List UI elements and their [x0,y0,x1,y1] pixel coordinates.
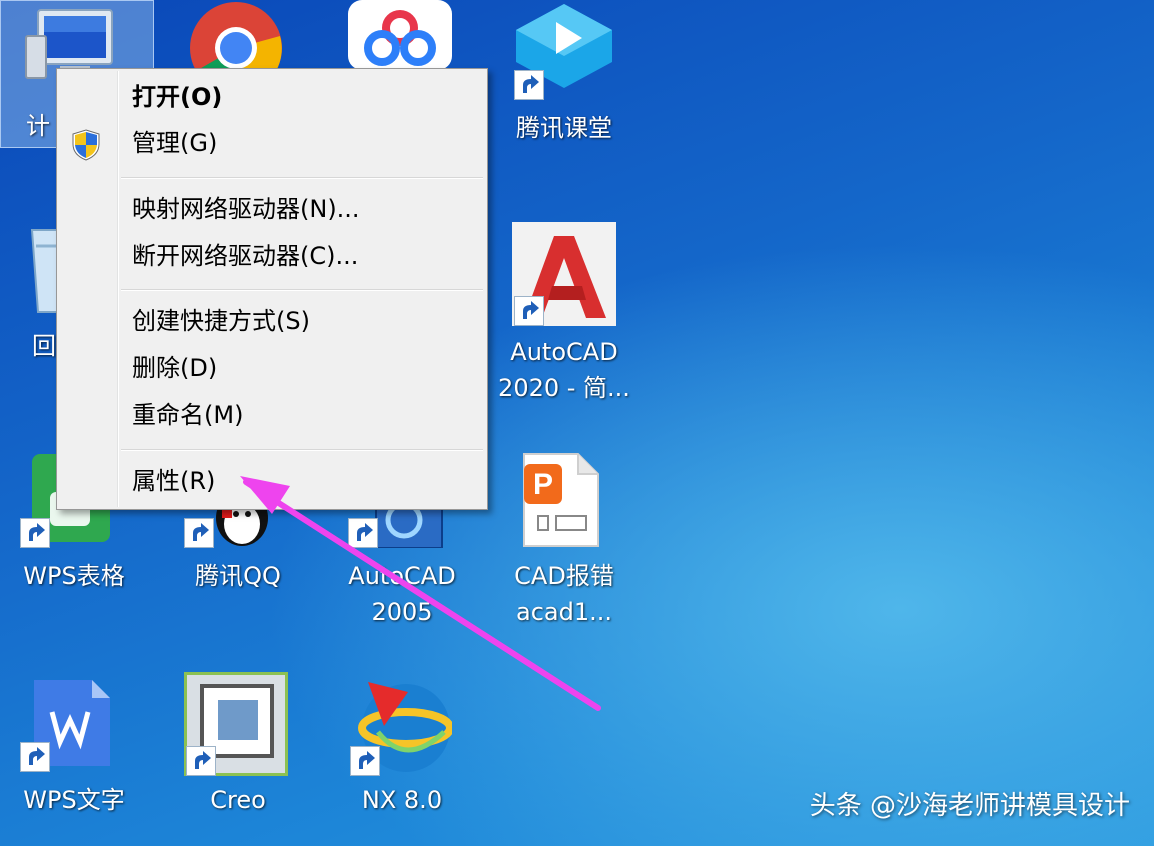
shortcut-arrow-icon [350,746,380,776]
menu-item-label: 管理(G) [132,129,218,157]
watermark-text: 头条 @沙海老师讲模具设计 [809,791,1130,821]
desktop-icon-label: WPS表格 [23,562,125,590]
menu-item-open[interactable]: 打开(O) [59,75,485,119]
menu-item-label: 删除(D) [132,354,218,382]
menu-item-manage[interactable]: 管理(G) [59,121,485,165]
menu-item-disconnect-network-drive[interactable]: 断开网络驱动器(C)... [59,234,485,278]
desktop-icon-label: WPS文字 [23,786,125,814]
shortcut-arrow-icon [514,70,544,100]
desktop-icon-label-line1: CAD报错 [514,562,614,590]
desktop-icon-label: Creo [210,786,266,814]
shortcut-arrow-icon [20,742,50,772]
shortcut-arrow-icon [348,518,378,548]
desktop-icon-cad-error[interactable]: P CAD报错 acad1... [486,452,642,626]
creo-icon [181,669,291,779]
uac-shield-icon [71,129,101,161]
menu-item-label: 属性(R) [132,467,216,495]
desktop-icon-creo[interactable]: Creo [160,669,316,840]
menu-item-properties[interactable]: 属性(R) [59,459,485,503]
desktop-icon-autocad-2020[interactable]: AutoCAD 2020 - 简... [486,222,642,402]
menu-item-delete[interactable]: 删除(D) [59,346,485,390]
wps-writer-icon [20,676,112,772]
nx-icon [348,672,454,776]
menu-item-label: 断开网络驱动器(C)... [132,242,359,270]
menu-item-rename[interactable]: 重命名(M) [59,393,485,437]
menu-item-create-shortcut[interactable]: 创建快捷方式(S) [59,299,485,343]
menu-item-label: 映射网络驱动器(N)... [132,195,360,223]
desktop-icon-label: NX 8.0 [361,786,443,814]
desktop-icon-label: 腾讯QQ [195,562,281,590]
menu-item-label: 创建快捷方式(S) [132,307,310,335]
desktop-icon-wps-writer[interactable]: WPS文字 [0,676,156,846]
desktop-icon-label-line2: acad1... [516,598,612,626]
desktop-icon-label-line2: 2005 [371,598,433,626]
svg-text:P: P [533,468,553,501]
menu-separator [121,289,483,291]
desktop-icon-label: 腾讯课堂 [516,114,612,142]
menu-separator [121,449,483,451]
shortcut-arrow-icon [514,296,544,326]
desktop-icon-label-line1: AutoCAD [510,338,618,366]
tencent-classroom-icon [512,0,616,100]
shortcut-arrow-icon [20,518,50,548]
shortcut-arrow-icon [184,518,214,548]
desktop-icon-nx[interactable]: NX 8.0 [324,670,480,840]
document-icon: P [520,452,600,548]
menu-item-map-network-drive[interactable]: 映射网络驱动器(N)... [59,187,485,231]
shortcut-arrow-icon [186,746,216,776]
context-menu: 打开(O) 管理(G) 映射网络驱动器(N)... 断开网络驱动器(C)... … [56,68,488,510]
desktop-icon-tencent-classroom[interactable]: 腾讯课堂 [486,0,642,170]
desktop-icon-label-line1: AutoCAD [348,562,456,590]
autocad-icon [512,222,616,326]
desktop-icon-label-line2: 2020 - 简... [498,374,630,402]
menu-separator [121,177,483,179]
menu-item-label: 打开(O) [132,83,223,111]
menu-item-label: 重命名(M) [132,401,244,429]
